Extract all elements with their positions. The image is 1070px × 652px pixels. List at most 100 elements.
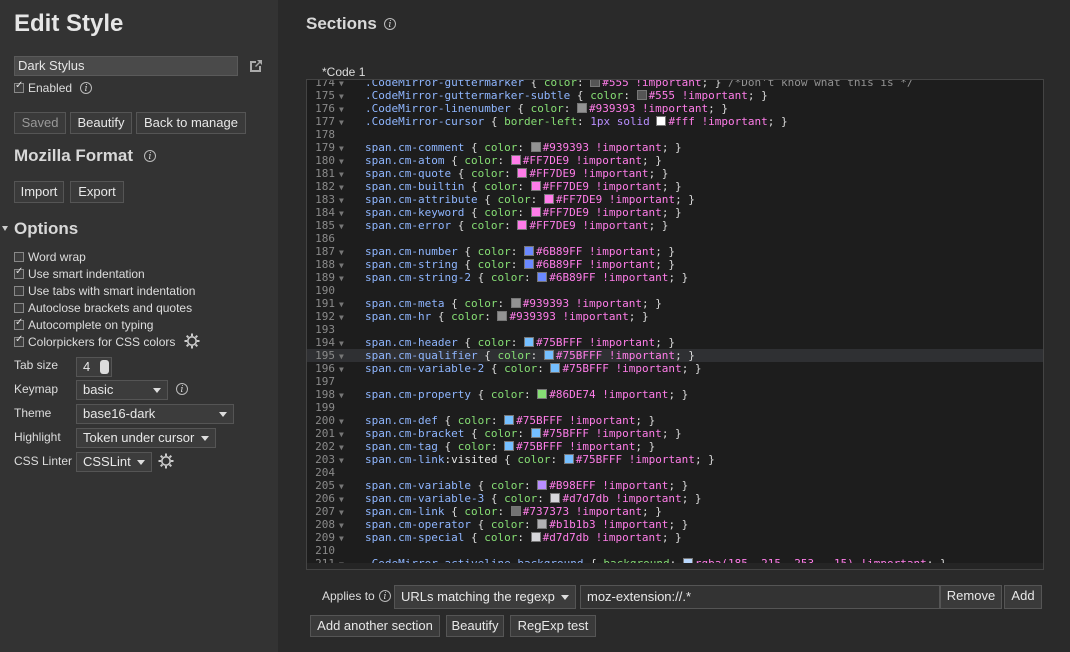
code-line[interactable]: 190 [307, 284, 1043, 297]
color-swatch[interactable] [530, 532, 541, 542]
color-swatch[interactable] [530, 207, 541, 217]
code-line[interactable]: 187 ▼ span.cm-number { color: #6B89FF !imp… [307, 245, 1043, 258]
color-swatch[interactable] [523, 246, 534, 256]
color-swatch[interactable] [590, 80, 601, 87]
back-to-manage-button[interactable]: Back to manage [136, 112, 246, 134]
option-checkbox[interactable] [14, 252, 24, 262]
sections-info-icon[interactable]: i [384, 18, 396, 30]
keymap-info-icon[interactable]: i [176, 383, 188, 395]
color-swatch[interactable] [537, 519, 548, 529]
code-line[interactable]: 209 ▼ span.cm-special { color: #d7d7db !im… [307, 531, 1043, 544]
saved-button[interactable]: Saved [14, 112, 66, 134]
code-line[interactable]: 175 ▼ .CodeMirror-guttermarker-subtle { co… [307, 89, 1043, 102]
code-line[interactable]: 174 ▼ .CodeMirror-guttermarker { color: #5… [307, 80, 1043, 89]
color-swatch[interactable] [543, 194, 554, 204]
code-line[interactable]: 177 ▼ .CodeMirror-cursor { border-left: 1p… [307, 115, 1043, 128]
applies-value-input[interactable]: moz-extension://.* [580, 585, 940, 609]
code-line[interactable]: 206 ▼ span.cm-variable-3 { color: #d7d7db … [307, 492, 1043, 505]
remove-button[interactable]: Remove [940, 585, 1002, 609]
code-line[interactable]: 178 [307, 128, 1043, 141]
code-line[interactable]: 203 ▼ span.cm-link:visited { color: #75BFF… [307, 453, 1043, 466]
code-line[interactable]: 193 [307, 323, 1043, 336]
add-button[interactable]: Add [1004, 585, 1042, 609]
code-line[interactable]: 200 ▼ span.cm-def { color: #75BFFF !import… [307, 414, 1043, 427]
applies-type-select[interactable]: URLs matching the regexp [394, 585, 576, 609]
color-swatch[interactable] [530, 142, 541, 152]
option-checkbox[interactable] [14, 334, 24, 347]
linter-gear-icon[interactable] [158, 453, 174, 469]
enabled-checkbox[interactable] [14, 80, 24, 93]
code-line[interactable]: 189 ▼ span.cm-string-2 { color: #6B89FF !i… [307, 271, 1043, 284]
option-row[interactable]: Colorpickers for CSS colors [14, 334, 175, 350]
external-link-icon[interactable] [248, 58, 264, 74]
option-row[interactable]: Autoclose brackets and quotes [14, 300, 192, 316]
color-swatch[interactable] [510, 155, 521, 165]
export-button[interactable]: Export [70, 181, 124, 203]
color-swatch[interactable] [563, 454, 574, 464]
color-swatch[interactable] [497, 311, 508, 321]
option-row[interactable]: Use smart indentation [14, 266, 145, 282]
color-swatch[interactable] [510, 298, 521, 308]
applies-to-info-icon[interactable]: i [379, 590, 391, 602]
code-line[interactable]: 179 ▼ span.cm-comment { color: #939393 !im… [307, 141, 1043, 154]
options-collapse-icon[interactable] [2, 226, 8, 231]
code-line[interactable]: 199 [307, 401, 1043, 414]
color-swatch[interactable] [517, 168, 528, 178]
color-swatch[interactable] [517, 220, 528, 230]
option-checkbox[interactable] [14, 317, 24, 330]
code-editor[interactable]: 174 ▼ .CodeMirror-guttermarker { color: #5… [306, 79, 1044, 570]
code-line[interactable]: 180 ▼ span.cm-atom { color: #FF7DE9 !impor… [307, 154, 1043, 167]
keymap-select[interactable]: basic [76, 380, 168, 400]
option-checkbox[interactable] [14, 286, 24, 296]
color-swatch[interactable] [523, 259, 534, 269]
color-swatch[interactable] [504, 415, 515, 425]
add-section-button[interactable]: Add another section [310, 615, 440, 637]
beautify-button[interactable]: Beautify [70, 112, 132, 134]
code-line[interactable]: 198 ▼ span.cm-property { color: #86DE74 !i… [307, 388, 1043, 401]
regexp-test-button[interactable]: RegExp test [510, 615, 596, 637]
color-swatch[interactable] [576, 103, 587, 113]
code-line[interactable]: 176 ▼ .CodeMirror-linenumber { color: #939… [307, 102, 1043, 115]
code-line[interactable]: 202 ▼ span.cm-tag { color: #75BFFF !import… [307, 440, 1043, 453]
code-line[interactable]: 185 ▼ span.cm-error { color: #FF7DE9 !impo… [307, 219, 1043, 232]
code-line[interactable]: 192 ▼ span.cm-hr { color: #939393 !importa… [307, 310, 1043, 323]
theme-select[interactable]: base16-dark [76, 404, 234, 424]
code-line[interactable]: 181 ▼ span.cm-quote { color: #FF7DE9 !impo… [307, 167, 1043, 180]
code-line[interactable]: 182 ▼ span.cm-builtin { color: #FF7DE9 !im… [307, 180, 1043, 193]
code-line[interactable]: 196 ▼ span.cm-variable-2 { color: #75BFFF … [307, 362, 1043, 375]
option-row[interactable]: Word wrap [14, 249, 86, 265]
highlight-select[interactable]: Token under cursor [76, 428, 216, 448]
option-checkbox[interactable] [14, 303, 24, 313]
code-line[interactable]: 191 ▼ span.cm-meta { color: #939393 !impor… [307, 297, 1043, 310]
code-line[interactable]: 188 ▼ span.cm-string { color: #6B89FF !imp… [307, 258, 1043, 271]
code-line[interactable]: 186 [307, 232, 1043, 245]
gear-icon[interactable] [184, 333, 200, 349]
color-swatch[interactable] [543, 350, 554, 360]
color-swatch[interactable] [656, 116, 667, 126]
enabled-checkbox-row[interactable]: Enabled i [14, 80, 93, 96]
option-checkbox[interactable] [14, 266, 24, 279]
color-swatch[interactable] [537, 389, 548, 399]
stepper-icon[interactable] [100, 360, 109, 374]
color-swatch[interactable] [510, 506, 521, 516]
color-swatch[interactable] [550, 493, 561, 503]
style-name-input[interactable]: Dark Stylus [14, 56, 238, 76]
color-swatch[interactable] [537, 480, 548, 490]
color-swatch[interactable] [523, 337, 534, 347]
mozilla-format-info-icon[interactable]: i [144, 150, 156, 162]
code-line[interactable]: 197 [307, 375, 1043, 388]
color-swatch[interactable] [530, 181, 541, 191]
color-swatch[interactable] [636, 90, 647, 100]
css-linter-select[interactable]: CSSLint [76, 452, 152, 472]
code-line[interactable]: 208 ▼ span.cm-operator { color: #b1b1b3 !i… [307, 518, 1043, 531]
color-swatch[interactable] [537, 272, 548, 282]
info-icon[interactable]: i [80, 82, 93, 94]
color-swatch[interactable] [504, 441, 515, 451]
code-line[interactable]: 194 ▼ span.cm-header { color: #75BFFF !imp… [307, 336, 1043, 349]
code-line[interactable]: 184 ▼ span.cm-keyword { color: #FF7DE9 !im… [307, 206, 1043, 219]
option-row[interactable]: Use tabs with smart indentation [14, 283, 195, 299]
beautify-section-button[interactable]: Beautify [446, 615, 504, 637]
tab-size-input[interactable]: 4 [76, 357, 112, 377]
code-line[interactable]: 207 ▼ span.cm-link { color: #737373 !impor… [307, 505, 1043, 518]
code-line[interactable]: 204 [307, 466, 1043, 479]
